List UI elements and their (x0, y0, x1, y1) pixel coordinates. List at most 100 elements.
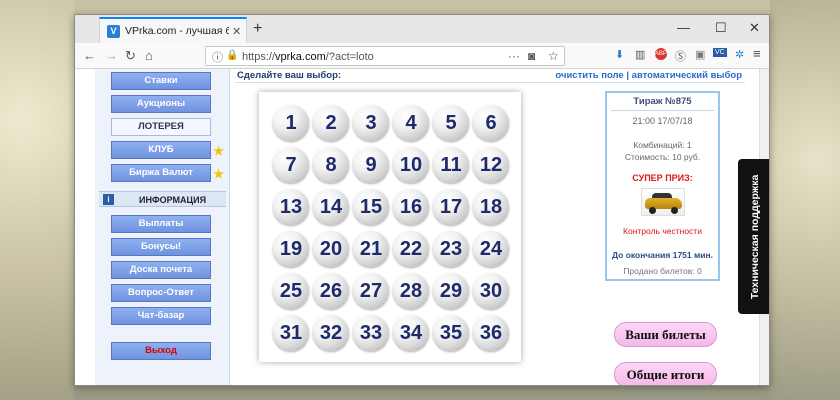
back-icon[interactable]: ← (83, 48, 96, 63)
lottery-number-ball[interactable]: 33 (353, 315, 389, 351)
menu-icon[interactable]: ≡ (753, 46, 761, 61)
sidebar-item-bets[interactable]: Ставки (111, 72, 211, 90)
info-icon[interactable]: ⓘ (212, 49, 223, 65)
adblock-icon[interactable]: ABP (655, 48, 667, 60)
browser-window: V VPrka.com - лучшая биржа ст ✕ + — ☐ ✕ … (74, 14, 770, 386)
lottery-number-ball[interactable]: 5 (433, 105, 469, 141)
tickets-sold: Продано билетов: 0 (623, 266, 702, 276)
library-icon[interactable]: ▥ (635, 48, 645, 61)
new-tab-icon[interactable]: + (253, 20, 262, 38)
info-header-label: ИНФОРМАЦИЯ (139, 195, 207, 205)
lottery-number-ball[interactable]: 25 (273, 273, 309, 309)
sidebar-item-faq[interactable]: Вопрос-Ответ (111, 284, 211, 302)
page-actions-icon[interactable]: ··· (508, 49, 520, 63)
lottery-number-ball[interactable]: 22 (393, 231, 429, 267)
lottery-number-ball[interactable]: 21 (353, 231, 389, 267)
sidebar-item-auctions[interactable]: Аукционы (111, 95, 211, 113)
lottery-number-ball[interactable]: 20 (313, 231, 349, 267)
lottery-number-ball[interactable]: 19 (273, 231, 309, 267)
sidebar-item-currency-exchange[interactable]: Биржа Валют ★ (111, 164, 224, 182)
number-board: 1 2 3 4 5 6 7 8 9 10 11 12 13 14 15 16 17 18 19 20 21 22 23 24 2… (259, 92, 521, 362)
divider (611, 110, 714, 111)
lottery-number-ball[interactable]: 34 (393, 315, 429, 351)
sidebar-item-club[interactable]: КЛУБ ★ (111, 141, 224, 159)
forward-icon[interactable]: → (105, 48, 118, 63)
s-extension-icon[interactable]: Ⓢ (675, 48, 686, 64)
extension-gear-icon[interactable]: ✲ (735, 48, 744, 61)
exit-button[interactable]: Выход (111, 342, 211, 360)
lottery-number-ball[interactable]: 27 (353, 273, 389, 309)
lottery-number-ball[interactable]: 17 (433, 189, 469, 225)
lottery-number-ball[interactable]: 11 (433, 147, 469, 183)
tab-strip: V VPrka.com - лучшая биржа ст ✕ + — ☐ ✕ (75, 15, 769, 43)
bookmark-star-icon[interactable]: ☆ (548, 49, 559, 63)
lottery-number-ball[interactable]: 35 (433, 315, 469, 351)
tech-support-label: Техническая поддержка (749, 174, 761, 299)
lottery-number-ball[interactable]: 31 (273, 315, 309, 351)
minimize-icon[interactable]: — (677, 20, 690, 35)
draw-time: 21:00 17/07/18 (632, 116, 693, 126)
lottery-number-ball[interactable]: 29 (433, 273, 469, 309)
lottery-number-ball[interactable]: 9 (353, 147, 389, 183)
browser-tab[interactable]: V VPrka.com - лучшая биржа ст ✕ (99, 17, 247, 43)
lottery-number-ball[interactable]: 2 (313, 105, 349, 141)
sidebar: Ставки Аукционы ЛОТЕРЕЯ КЛУБ ★ Биржа Валю… (95, 69, 230, 385)
lottery-number-ball[interactable]: 28 (393, 273, 429, 309)
lottery-number-ball[interactable]: 7 (273, 147, 309, 183)
lottery-number-ball[interactable]: 18 (473, 189, 509, 225)
sidebar-item-bonuses[interactable]: Бонусы! (111, 238, 211, 256)
pick-links: очистить поле | автоматический выбор (555, 70, 742, 81)
screenshot-icon[interactable]: ▣ (695, 48, 705, 61)
star-icon: ★ (213, 144, 224, 158)
lottery-number-ball[interactable]: 26 (313, 273, 349, 309)
pocket-icon[interactable]: ◙ (528, 49, 535, 63)
address-bar[interactable]: ⓘ 🔒 https://vprka.com/?act=loto ··· ◙ ☆ (205, 46, 565, 66)
lottery-number-ball[interactable]: 16 (393, 189, 429, 225)
info-icon: i (103, 194, 114, 205)
reload-icon[interactable]: ↻ (125, 48, 136, 64)
totals-button[interactable]: Общие итоги (614, 362, 717, 385)
sidebar-item-label: Биржа Валют (129, 167, 193, 178)
lottery-number-ball[interactable]: 32 (313, 315, 349, 351)
lottery-number-ball[interactable]: 30 (473, 273, 509, 309)
desktop-background-right (770, 0, 840, 400)
sidebar-item-chat-bazaar[interactable]: Чат-базар (111, 307, 211, 325)
sidebar-item-label: КЛУБ (148, 144, 174, 155)
tech-support-tab[interactable]: Техническая поддержка (738, 159, 769, 314)
link-separator: | (626, 70, 630, 81)
lottery-number-ball[interactable]: 13 (273, 189, 309, 225)
maximize-icon[interactable]: ☐ (715, 20, 727, 36)
info-section-header: i ИНФОРМАЦИЯ (99, 191, 226, 207)
lottery-number-ball[interactable]: 12 (473, 147, 509, 183)
lottery-number-ball[interactable]: 23 (433, 231, 469, 267)
clear-field-link[interactable]: очистить поле (555, 70, 623, 81)
sidebar-item-lottery[interactable]: ЛОТЕРЕЯ (111, 118, 211, 136)
lottery-number-ball[interactable]: 14 (313, 189, 349, 225)
lottery-number-ball[interactable]: 6 (473, 105, 509, 141)
your-tickets-button[interactable]: Ваши билеты (614, 322, 717, 347)
honesty-control-link[interactable]: Контроль честности (607, 226, 718, 236)
prize-car-image[interactable] (641, 188, 685, 216)
lottery-number-ball[interactable]: 10 (393, 147, 429, 183)
lottery-number-ball[interactable]: 15 (353, 189, 389, 225)
downloads-icon[interactable]: ⬇ (615, 48, 624, 61)
lock-icon: 🔒 (226, 50, 239, 61)
sidebar-item-payouts[interactable]: Выплаты (111, 215, 211, 233)
lottery-number-ball[interactable]: 4 (393, 105, 429, 141)
close-tab-icon[interactable]: ✕ (232, 25, 241, 38)
close-window-icon[interactable]: ✕ (749, 20, 760, 36)
tab-title: VPrka.com - лучшая биржа ст (125, 25, 229, 37)
lottery-number-ball[interactable]: 36 (473, 315, 509, 351)
lottery-number-ball[interactable]: 8 (313, 147, 349, 183)
lottery-number-ball[interactable]: 3 (353, 105, 389, 141)
lottery-number-ball[interactable]: 24 (473, 231, 509, 267)
divider (235, 82, 745, 83)
ticket-cost: Стоимость: 10 руб. (624, 152, 701, 162)
page-content: Ставки Аукционы ЛОТЕРЕЯ КЛУБ ★ Биржа Валю… (75, 69, 769, 385)
desktop-background-left (0, 0, 74, 400)
vk-extension-icon[interactable]: VC (713, 48, 727, 57)
auto-select-link[interactable]: автоматический выбор (632, 70, 742, 81)
sidebar-item-honor-board[interactable]: Доска почета (111, 261, 211, 279)
lottery-number-ball[interactable]: 1 (273, 105, 309, 141)
home-icon[interactable]: ⌂ (145, 48, 153, 63)
